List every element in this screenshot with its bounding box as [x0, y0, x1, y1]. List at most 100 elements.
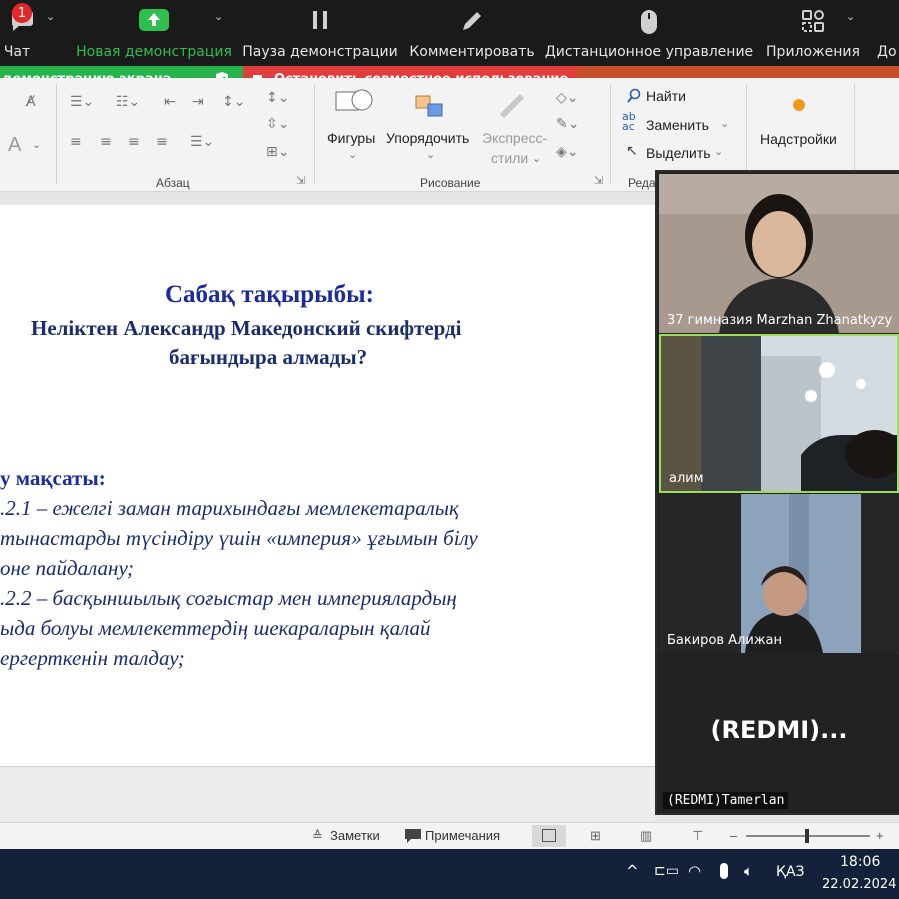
- apps-icon: [802, 10, 824, 32]
- chevron-down-icon[interactable]: ⌄: [32, 138, 41, 151]
- format-painter-icon[interactable]: A̸: [26, 94, 36, 110]
- annotate-button[interactable]: Комментировать: [408, 0, 536, 64]
- align-center-icon[interactable]: ≡: [100, 134, 112, 150]
- increase-indent-icon[interactable]: ⇥: [192, 94, 204, 110]
- pause-share-label: Пауза демонстрации: [242, 44, 398, 60]
- chevron-down-icon[interactable]: ⌄: [532, 152, 541, 165]
- bullets-icon[interactable]: ☰⌄: [70, 94, 94, 110]
- select-button[interactable]: Выделить: [646, 145, 711, 161]
- zoom-in-button[interactable]: +: [876, 828, 884, 843]
- chat-badge: 1: [12, 3, 32, 23]
- chat-button[interactable]: 1 Чат: [0, 0, 40, 64]
- columns-icon[interactable]: ☰⌄: [190, 134, 214, 150]
- ribbon-separator: [746, 84, 747, 184]
- participant-name: алим: [669, 471, 704, 486]
- justify-icon[interactable]: ≡: [156, 134, 168, 150]
- slide-canvas[interactable]: Сабақ тақырыбы: Неліктен Александр Макед…: [0, 205, 655, 766]
- language-indicator[interactable]: ҚАЗ: [776, 864, 805, 880]
- chevron-down-icon[interactable]: ⌄: [720, 117, 729, 130]
- search-icon: [627, 88, 641, 103]
- smartart-icon[interactable]: ⊞⌄: [266, 144, 289, 160]
- line-spacing-icon[interactable]: ↕⌄: [222, 94, 245, 110]
- share-up-arrow-icon: [139, 9, 169, 31]
- shapes-button[interactable]: Фигуры: [327, 130, 375, 146]
- show-hidden-icons-chevron-icon[interactable]: ^: [626, 862, 639, 880]
- shape-outline-icon[interactable]: ✎⌄: [556, 116, 579, 132]
- normal-view-button[interactable]: [532, 825, 566, 847]
- chevron-down-icon[interactable]: ⌄: [348, 148, 357, 161]
- chevron-down-icon[interactable]: ⌄: [714, 145, 723, 158]
- wifi-icon[interactable]: ◠: [688, 862, 701, 880]
- new-share-button[interactable]: Новая демонстрация: [76, 0, 232, 64]
- decrease-indent-icon[interactable]: ⇤: [164, 94, 176, 110]
- align-right-icon[interactable]: ≡: [128, 134, 140, 150]
- paragraph-group-label: Абзац: [156, 176, 190, 190]
- remote-control-label: Дистанционное управление: [544, 44, 754, 60]
- ribbon-separator: [610, 84, 611, 184]
- participant-tile-active[interactable]: алим: [659, 334, 899, 493]
- notes-pane[interactable]: [0, 766, 655, 822]
- pencil-icon: [463, 12, 481, 30]
- shape-effects-icon[interactable]: ◈⌄: [556, 144, 579, 160]
- font-color-button[interactable]: A: [8, 134, 21, 157]
- reading-view-icon[interactable]: ▥: [640, 828, 652, 844]
- quick-styles-label[interactable]: Экспресс-: [482, 130, 547, 146]
- dialog-launcher-icon[interactable]: ⇲: [296, 174, 305, 187]
- slide-title: Сабақ тақырыбы:: [165, 281, 374, 308]
- align-text-icon[interactable]: ⇳⌄: [266, 116, 289, 132]
- goal-line-4: .2.2 – басқыншылық соғыстар мен империял…: [0, 586, 457, 610]
- participant-name: (REDMI)Tamerlan: [663, 792, 789, 809]
- new-share-label: Новая демонстрация: [76, 44, 232, 60]
- notes-button[interactable]: Заметки: [330, 828, 380, 843]
- battery-plug-icon[interactable]: ⊏▭: [654, 863, 679, 879]
- cursor-icon: ↖: [626, 143, 638, 159]
- align-left-icon[interactable]: ≡: [70, 134, 82, 150]
- zoom-slider-thumb[interactable]: [805, 829, 809, 843]
- quick-styles-icon[interactable]: [494, 84, 534, 120]
- drawing-group-label: Рисование: [420, 176, 481, 190]
- dialog-launcher-icon[interactable]: ⇲: [594, 174, 603, 187]
- pause-share-button[interactable]: Пауза демонстрации: [242, 0, 398, 64]
- chevron-down-icon[interactable]: ⌄: [846, 10, 855, 23]
- comments-button[interactable]: Примечания: [425, 828, 500, 843]
- participant-tile[interactable]: Бакиров Алижан: [659, 494, 899, 653]
- chevron-down-icon[interactable]: ⌄: [426, 148, 435, 161]
- addins-button[interactable]: Надстройки: [760, 131, 837, 147]
- zoom-out-button[interactable]: –: [730, 828, 737, 843]
- zoom-toolbar: 1 Чат ⌄ Новая демонстрация ⌄ Пауза демон…: [0, 0, 899, 64]
- notes-icon: ≙: [312, 828, 323, 843]
- slide-subtitle-line1: Неліктен Александр Македонский скифтерді: [31, 316, 462, 341]
- ribbon-separator: [854, 84, 855, 184]
- goal-line-1: .2.1 – ежелгі заман тарихындағы мемлекет…: [0, 496, 459, 520]
- slideshow-icon[interactable]: ⊤: [692, 828, 703, 844]
- chevron-down-icon[interactable]: ⌄: [214, 10, 223, 23]
- participant-tile[interactable]: 37 гимназия Marzhan Zhanatkyzy: [659, 174, 899, 333]
- more-button[interactable]: До: [874, 0, 899, 64]
- numbering-icon[interactable]: ☷⌄: [116, 94, 140, 110]
- microphone-icon[interactable]: [720, 863, 728, 879]
- arrange-icon[interactable]: [410, 84, 450, 120]
- participant-video: [659, 494, 899, 653]
- goal-line-2: тынастарды түсіндіру үшін «империя» ұғым…: [0, 526, 478, 550]
- arrange-button[interactable]: Упорядочить: [386, 130, 469, 146]
- replace-icon: ab ac: [622, 110, 636, 133]
- annotate-label: Комментировать: [409, 44, 535, 60]
- clock-date[interactable]: 22.02.2024: [822, 877, 896, 892]
- remote-control-button[interactable]: Дистанционное управление: [544, 0, 754, 64]
- zoom-video-panel: 37 гимназия Marzhan Zhanatkyzy алим Баки…: [655, 170, 899, 815]
- speaker-icon[interactable]: 🔈︎: [744, 862, 753, 880]
- ribbon-separator: [314, 84, 315, 184]
- replace-button[interactable]: Заменить: [646, 117, 709, 133]
- zoom-slider[interactable]: [746, 829, 870, 843]
- shapes-icon[interactable]: [332, 84, 376, 120]
- participant-tile[interactable]: (REDMI)... (REDMI)Tamerlan: [659, 654, 899, 813]
- chevron-down-icon[interactable]: ⌄: [46, 10, 55, 23]
- clock-time[interactable]: 18:06: [840, 854, 880, 870]
- shape-fill-icon[interactable]: ◇⌄: [556, 90, 579, 106]
- quick-styles-label-2[interactable]: стили: [491, 150, 528, 166]
- text-direction-icon[interactable]: ↕⌄: [266, 90, 289, 106]
- find-button[interactable]: Найти: [646, 88, 686, 104]
- goal-line-6: ергерткенін талдау;: [0, 646, 185, 670]
- slide-sorter-icon[interactable]: ⊞: [590, 828, 601, 844]
- more-label: До: [877, 44, 897, 60]
